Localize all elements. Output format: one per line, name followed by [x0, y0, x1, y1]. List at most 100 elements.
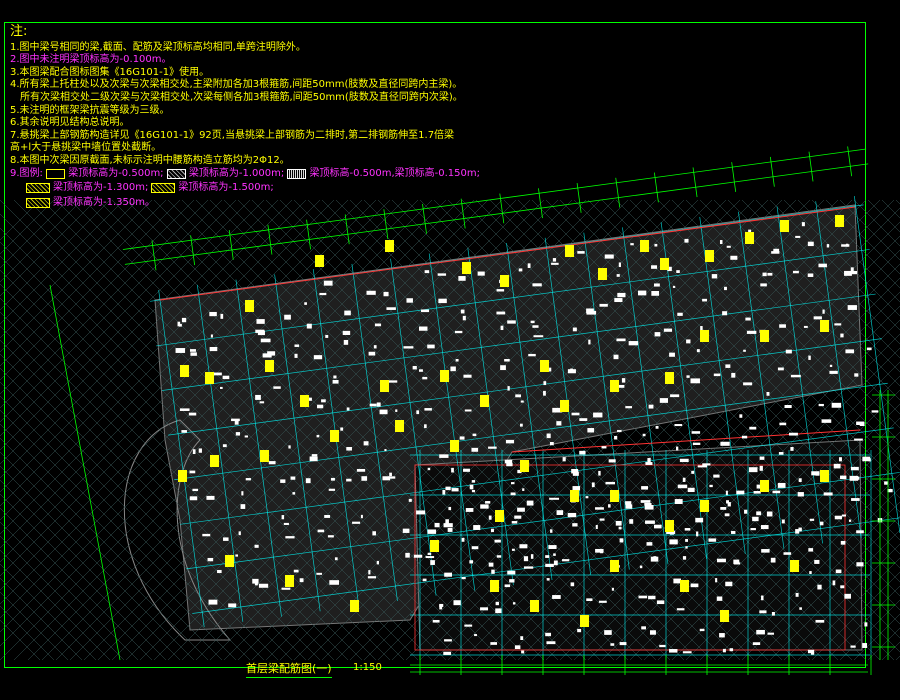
beam-label-mark	[821, 419, 832, 423]
beam-label-mark	[451, 488, 459, 492]
beam-label-mark	[292, 492, 296, 495]
legend-row-3: 梁顶标高为-1.350m。	[10, 197, 480, 210]
beam-label-mark	[519, 544, 528, 549]
beam-label-mark	[672, 285, 676, 288]
beam-label-mark	[192, 488, 199, 492]
beam-label-mark	[756, 629, 765, 635]
beam-label-mark	[453, 600, 461, 606]
beam-label-mark	[743, 382, 753, 386]
beam-label-mark	[395, 409, 398, 412]
beam-label-mark	[477, 271, 485, 276]
beam-label-mark	[599, 303, 608, 307]
beam-label-mark	[420, 309, 430, 313]
beam-label-mark	[654, 332, 661, 337]
beam-label-mark	[696, 349, 700, 353]
legend-text-6: 梁顶标高为-1.350m。	[53, 196, 155, 208]
beam-label-mark	[403, 346, 414, 349]
beam-label-mark	[496, 289, 505, 292]
beam-label-mark	[432, 619, 440, 623]
beam-label-mark	[258, 583, 269, 588]
beam-label-mark	[591, 482, 595, 488]
beam-label-mark	[344, 310, 351, 316]
note-item-1: 1.图中梁号相同的梁,截面、配筋及梁顶标高均相同,单跨注明除外。	[10, 41, 306, 53]
beam-label-mark	[587, 428, 595, 433]
note-item-4: 4.所有梁上托柱处以及次梁与次梁相交处,主梁附加各加3根箍筋,间距50mm(肢数…	[10, 79, 463, 91]
beam-label-mark	[840, 540, 846, 545]
beam-label-mark	[495, 601, 499, 606]
beam-label-mark	[360, 514, 363, 519]
beam-label-mark	[427, 344, 435, 349]
beam-label-mark	[309, 456, 318, 462]
beam-label-mark	[366, 290, 376, 295]
beam-label-mark	[444, 572, 452, 577]
beam-label-mark	[402, 528, 410, 533]
highlight-mark	[380, 380, 389, 392]
beam-label-mark	[640, 500, 651, 503]
beam-label-mark	[745, 317, 751, 321]
beam-label-mark	[424, 408, 432, 411]
beam-label-mark	[427, 529, 437, 534]
beam-label-mark	[702, 463, 711, 466]
beam-label-mark	[460, 309, 465, 314]
legend-text-2: 梁顶标高为-1.000m;	[188, 167, 285, 179]
beam-label-mark	[736, 490, 745, 495]
beam-label-mark	[231, 418, 240, 422]
highlight-mark	[462, 262, 471, 274]
beam-label-mark	[510, 492, 516, 496]
beam-label-mark	[650, 556, 659, 562]
beam-label-mark	[834, 515, 842, 520]
beam-label-mark	[316, 572, 323, 575]
beam-label-mark	[455, 359, 459, 362]
beam-label-mark	[522, 488, 525, 491]
beam-label-mark	[430, 560, 435, 565]
beam-label-mark	[283, 522, 289, 525]
beam-label-mark	[543, 381, 547, 386]
beam-label-mark	[854, 438, 863, 441]
beam-label-mark	[642, 433, 646, 437]
beam-label-mark	[556, 510, 564, 515]
highlight-mark	[745, 232, 754, 244]
beam-label-mark	[673, 578, 682, 584]
beam-label-mark	[520, 400, 524, 403]
beam-label-mark	[749, 426, 757, 430]
beam-label-mark	[579, 418, 588, 421]
beam-label-mark	[772, 490, 781, 494]
beam-label-mark	[202, 533, 211, 537]
beam-label-mark	[424, 424, 427, 429]
beam-label-mark	[844, 593, 851, 599]
beam-label-mark	[605, 481, 615, 485]
beam-label-mark	[819, 521, 824, 526]
beam-label-mark	[851, 498, 860, 501]
beam-label-mark	[826, 244, 830, 248]
beam-label-mark	[192, 449, 196, 455]
note-item-3: 3.本图梁配合图标图集《16G101-1》使用。	[10, 66, 210, 78]
beam-label-mark	[545, 632, 552, 637]
highlight-mark	[720, 610, 729, 622]
beam-label-mark	[795, 235, 801, 238]
highlight-mark	[700, 330, 709, 342]
beam-label-mark	[726, 245, 731, 248]
beam-label-mark	[447, 527, 453, 532]
beam-label-mark	[815, 619, 825, 623]
highlight-mark	[500, 275, 509, 287]
beam-label-mark	[518, 268, 523, 272]
beam-label-mark	[413, 554, 423, 558]
beam-label-mark	[458, 276, 466, 281]
beam-label-mark	[490, 528, 494, 533]
highlight-mark	[700, 500, 709, 512]
beam-label-mark	[570, 582, 575, 587]
beam-label-mark	[374, 323, 382, 327]
beam-label-mark	[572, 327, 577, 332]
beam-label-mark	[669, 539, 678, 545]
beam-label-mark	[325, 334, 329, 338]
beam-label-mark	[831, 402, 842, 408]
beam-label-mark	[572, 486, 581, 491]
beam-label-mark	[235, 554, 239, 557]
beam-label-mark	[803, 325, 808, 328]
beam-label-mark	[427, 467, 431, 471]
beam-label-mark	[553, 553, 556, 556]
beam-label-mark	[488, 446, 497, 449]
beam-label-mark	[346, 407, 350, 411]
beam-label-mark	[471, 489, 476, 493]
note-item-8: 8.本图中次梁因原截面,未标示注明中腰筋构造立筋均为2Φ12。	[10, 154, 290, 166]
